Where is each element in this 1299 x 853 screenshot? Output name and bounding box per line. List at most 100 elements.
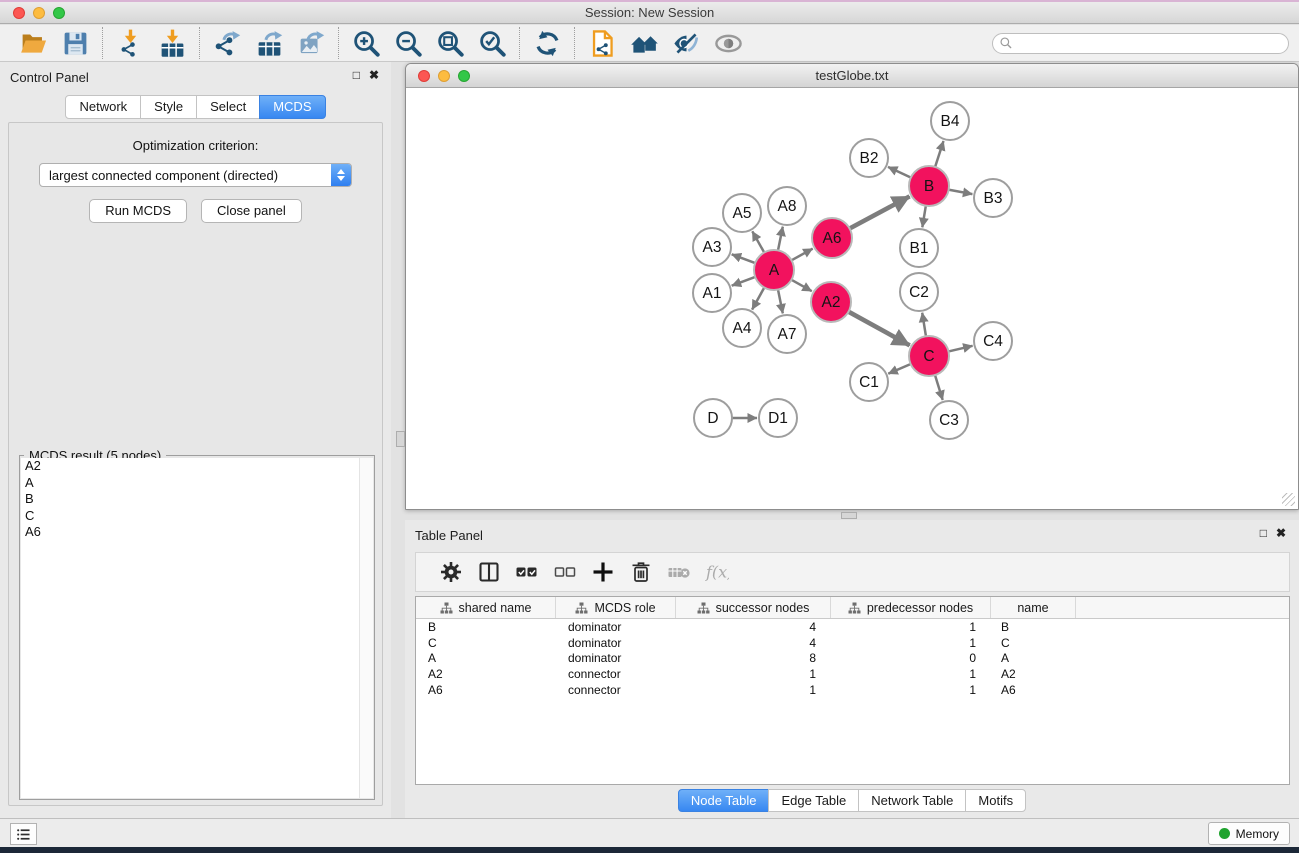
mcds-result-item[interactable]: B [21,491,373,508]
mcds-result-item[interactable]: A6 [21,524,373,541]
graph-edge-C-C3[interactable] [935,374,943,400]
network-window-titlebar[interactable]: testGlobe.txt [406,64,1298,88]
table-cell[interactable]: 1 [831,636,991,650]
tab-motifs[interactable]: Motifs [965,789,1026,812]
close-panel-button[interactable]: Close panel [201,199,302,223]
graph-edge-A6-B[interactable] [849,196,910,229]
float-panel-icon[interactable]: □ [1260,527,1267,539]
table-row[interactable]: Bdominator41B [416,619,1289,635]
graph-edge-A-A3[interactable] [732,254,757,263]
graph-node-A[interactable]: A [754,250,794,290]
table-cell[interactable]: 4 [676,620,831,634]
zoom-selected-button[interactable] [471,26,513,60]
table-settings-button[interactable] [432,557,470,587]
table-row[interactable]: Adominator80A [416,651,1289,667]
split-panel-button[interactable] [470,557,508,587]
save-session-button[interactable] [54,26,96,60]
tab-network[interactable]: Network [65,95,141,119]
graph-node-C4[interactable]: C4 [974,322,1012,360]
table-row[interactable]: A2connector11A2 [416,666,1289,682]
graph-node-C1[interactable]: C1 [850,363,888,401]
graph-edge-A-A8[interactable] [778,227,783,252]
search-input[interactable] [1013,36,1273,50]
graph-edge-A2-C[interactable] [848,311,910,345]
select-all-columns-button[interactable] [508,557,546,587]
mcds-result-item[interactable]: A [21,475,373,492]
graph-node-A2[interactable]: A2 [811,282,851,322]
optimization-criterion-select[interactable]: largest connected component (directed) [39,163,352,187]
table-cell[interactable]: 1 [676,667,831,681]
export-table-button[interactable] [248,26,290,60]
import-table-button[interactable] [151,26,193,60]
add-column-button[interactable] [584,557,622,587]
table-cell[interactable]: dominator [556,636,676,650]
new-network-document-button[interactable] [581,26,623,60]
refresh-view-button[interactable] [526,26,568,60]
tab-mcds[interactable]: MCDS [259,95,325,119]
table-cell[interactable]: A2 [991,667,1076,681]
table-cell[interactable]: 1 [676,683,831,697]
graph-edge-A-A7[interactable] [778,289,783,314]
search-field[interactable] [992,33,1289,54]
table-cell[interactable]: A6 [991,683,1076,697]
mcds-result-item[interactable]: A2 [21,458,373,475]
table-cell[interactable]: C [416,636,556,650]
table-cell[interactable]: connector [556,683,676,697]
graph-node-C2[interactable]: C2 [900,273,938,311]
table-cell[interactable]: 8 [676,651,831,665]
graph-edge-C-C1[interactable] [888,364,911,374]
table-cell[interactable]: 0 [831,651,991,665]
graph-edge-A-A4[interactable] [752,287,765,310]
tab-select[interactable]: Select [196,95,260,119]
column-header-MCDS-role[interactable]: MCDS role [556,597,676,618]
import-network-button[interactable] [109,26,151,60]
table-cell[interactable]: connector [556,667,676,681]
graph-edge-A-A2[interactable] [791,279,812,291]
resize-grip-icon[interactable] [1282,493,1295,506]
table-cell[interactable]: 1 [831,667,991,681]
home-view-button[interactable] [623,26,665,60]
table-row[interactable]: A6connector11A6 [416,682,1289,698]
function-builder-button[interactable]: f(x) [698,557,736,587]
graph-node-D[interactable]: D [694,399,732,437]
open-file-button[interactable] [12,26,54,60]
graph-node-B2[interactable]: B2 [850,139,888,177]
table-cell[interactable]: 4 [676,636,831,650]
column-header-name[interactable]: name [991,597,1076,618]
table-cell[interactable]: C [991,636,1076,650]
memory-button[interactable]: Memory [1208,822,1290,845]
graph-node-C3[interactable]: C3 [930,401,968,439]
graph-node-A6[interactable]: A6 [812,218,852,258]
table-cell[interactable]: B [991,620,1076,634]
task-history-button[interactable] [10,823,37,845]
close-panel-icon[interactable]: ✖ [1276,527,1286,539]
graph-node-A1[interactable]: A1 [693,274,731,312]
tab-network-table[interactable]: Network Table [858,789,966,812]
table-cell[interactable]: A [416,651,556,665]
graph-node-A8[interactable]: A8 [768,187,806,225]
export-image-button[interactable] [290,26,332,60]
horizontal-splitter-handle[interactable] [841,512,857,519]
vertical-splitter-handle[interactable] [396,431,405,447]
table-cell[interactable]: B [416,620,556,634]
zoom-fit-button[interactable] [429,26,471,60]
graph-node-B[interactable]: B [909,166,949,206]
graph-node-B3[interactable]: B3 [974,179,1012,217]
graph-node-A4[interactable]: A4 [723,309,761,347]
tab-node-table[interactable]: Node Table [678,789,770,812]
mcds-result-item[interactable]: C [21,508,373,525]
column-header-shared-name[interactable]: shared name [416,597,556,618]
table-cell[interactable]: A2 [416,667,556,681]
graph-node-D1[interactable]: D1 [759,399,797,437]
graph-edge-B-B2[interactable] [888,167,912,178]
export-network-button[interactable] [206,26,248,60]
graph-node-A7[interactable]: A7 [768,315,806,353]
graph-node-A3[interactable]: A3 [693,228,731,266]
scrollbar-track[interactable] [359,458,373,798]
float-panel-icon[interactable]: □ [353,69,360,81]
graph-edge-A-A6[interactable] [791,249,813,261]
table-cell[interactable]: dominator [556,651,676,665]
graph-edge-B-B4[interactable] [935,141,944,168]
table-cell[interactable]: 1 [831,620,991,634]
hide-graphics-details-button[interactable] [665,26,707,60]
